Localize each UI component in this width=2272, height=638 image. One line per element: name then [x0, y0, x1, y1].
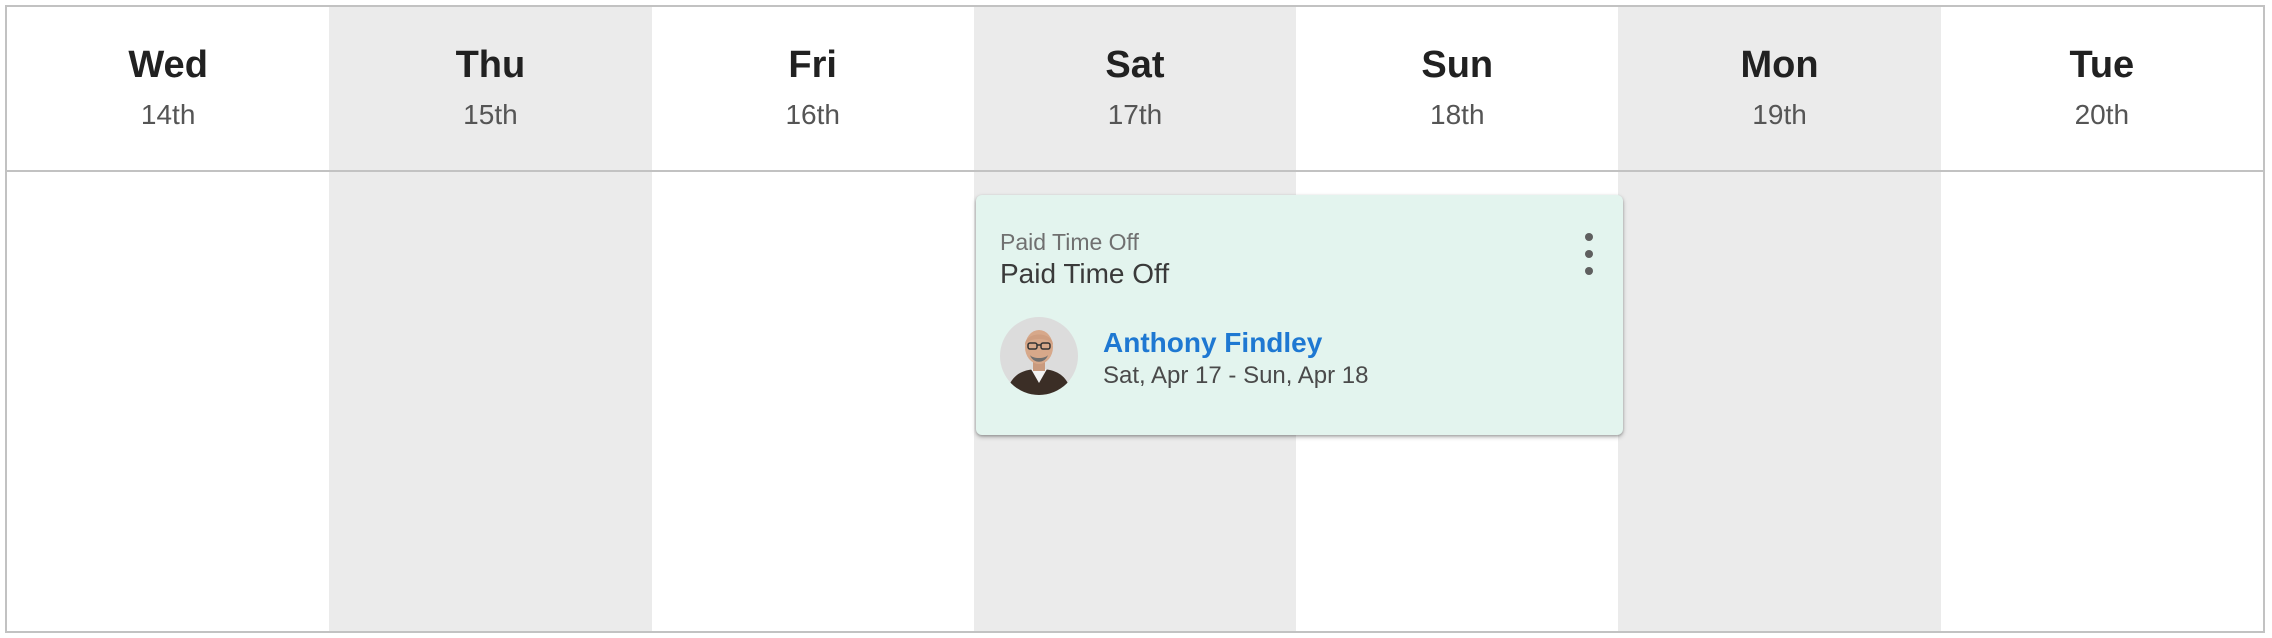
- day-date: 17th: [1107, 99, 1163, 130]
- event-date-range: Sat, Apr 17 - Sun, Apr 18: [1103, 362, 1369, 389]
- day-header-row: Wed 14th Thu 15th Fri 16th Sat 17th Sun …: [7, 7, 2263, 172]
- day-name: Fri: [788, 44, 837, 86]
- day-name: Wed: [128, 44, 208, 86]
- day-header-fri: Fri 16th: [652, 7, 974, 170]
- day-header-thu: Thu 15th: [329, 7, 651, 170]
- event-title: Paid Time Off: [1000, 258, 1170, 289]
- day-date: 20th: [2074, 99, 2130, 130]
- event-card-paid-time-off[interactable]: Paid Time Off Paid Time Off Anthony Find…: [976, 195, 1623, 435]
- menu-dot: [1585, 250, 1593, 258]
- day-header-wed: Wed 14th: [7, 7, 329, 170]
- person-avatar-icon: [1000, 317, 1078, 395]
- week-calendar: Wed 14th Thu 15th Fri 16th Sat 17th Sun …: [5, 5, 2265, 633]
- more-vertical-icon[interactable]: [1577, 233, 1601, 275]
- day-date: 18th: [1430, 99, 1485, 130]
- day-name: Thu: [455, 44, 526, 86]
- day-header-mon: Mon 19th: [1618, 7, 1940, 170]
- day-name: Tue: [2069, 44, 2135, 86]
- menu-dot: [1585, 267, 1593, 275]
- day-header-tue: Tue 20th: [1941, 7, 2263, 170]
- day-name: Mon: [1740, 44, 1819, 86]
- event-type-label: Paid Time Off: [1000, 229, 1139, 255]
- day-date: 16th: [785, 99, 840, 130]
- day-name: Sun: [1421, 44, 1494, 86]
- person-name-link[interactable]: Anthony Findley: [1103, 326, 1322, 360]
- day-date: 19th: [1752, 99, 1807, 130]
- day-date: 14th: [140, 99, 196, 130]
- day-name: Sat: [1105, 44, 1165, 86]
- day-header-sat: Sat 17th: [974, 7, 1296, 170]
- day-date: 15th: [463, 99, 518, 130]
- avatar: [1000, 317, 1078, 395]
- menu-dot: [1585, 233, 1593, 241]
- day-header-sun: Sun 18th: [1296, 7, 1618, 170]
